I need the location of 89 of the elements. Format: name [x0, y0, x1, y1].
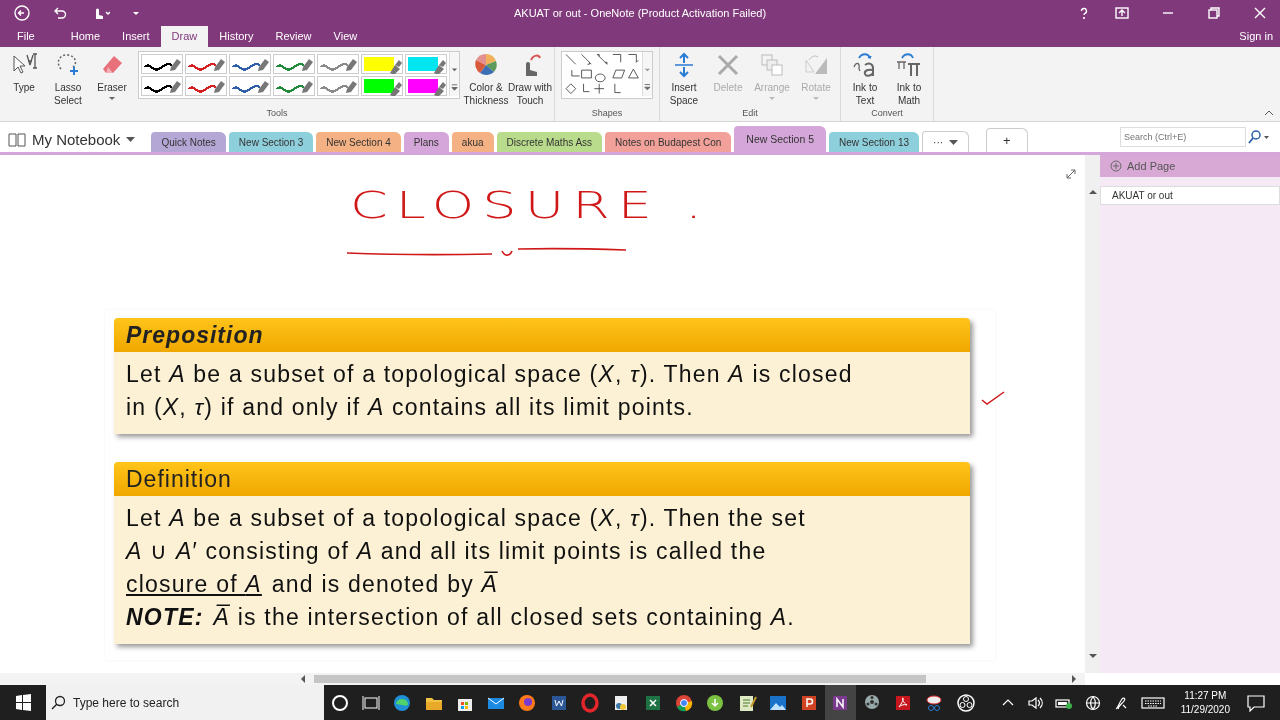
ribbon-button[interactable]: Ink to Math [887, 51, 931, 108]
more-sections-button[interactable]: ··· [922, 131, 970, 152]
underlined-term: closure of A [126, 570, 262, 599]
ribbon-button[interactable]: Type [2, 51, 46, 95]
ribbon-button[interactable]: Lasso Select [46, 51, 90, 108]
ribbon-tab[interactable]: File [6, 26, 46, 47]
horizontal-scrollbar[interactable] [0, 673, 1085, 685]
keyboard-icon[interactable] [1140, 695, 1165, 710]
ink-to-math-icon [896, 52, 922, 78]
lasso-icon [55, 52, 81, 78]
block-title: Preposition [126, 321, 264, 349]
shapes-gallery[interactable] [561, 51, 653, 99]
caret-icon [949, 139, 959, 146]
ribbon-button[interactable]: Insert Space [662, 51, 706, 108]
search-field[interactable]: Search (Ctrl+E) [1120, 127, 1246, 147]
clock-date: 11/29/2020 [1180, 702, 1230, 717]
section-tab[interactable]: Discrete Maths Ass [496, 132, 603, 152]
add-page-button[interactable]: Add Page [1100, 155, 1280, 177]
ribbon-tab[interactable]: Review [264, 26, 323, 47]
color-wheel-icon [473, 52, 499, 78]
note-label: NOTE: [126, 603, 204, 632]
block-text: Let A be a subset of a topological space (X, τ). Then the set [126, 504, 806, 533]
notebook-icon [8, 131, 26, 148]
plus-icon [1110, 160, 1122, 172]
undo-icon[interactable] [52, 5, 68, 21]
section-tab[interactable]: New Section 5 [734, 126, 826, 152]
delete-x-icon [715, 52, 741, 78]
notebook-dropdown[interactable]: My Notebook [8, 131, 136, 152]
scroll-right-icon[interactable] [1071, 675, 1077, 683]
ribbon-button[interactable]: Draw with Touch [508, 51, 552, 108]
highlighter-swatch[interactable] [406, 76, 446, 96]
window-title: AKUAT or out - OneNote (Product Activation Failed) [513, 7, 767, 19]
block-title: Definition [126, 465, 232, 493]
arrange-icon [759, 52, 785, 78]
ribbon-tab[interactable]: Home [59, 26, 112, 47]
block-text: and is denoted by A̅ [271, 570, 498, 599]
section-tab[interactable]: akua [451, 132, 494, 152]
ribbon-button[interactable]: Color & Thickness [464, 51, 508, 108]
close-icon[interactable] [1252, 5, 1268, 21]
gallery-scroll-icon[interactable] [642, 52, 652, 96]
ribbon-tab[interactable]: Draw [160, 26, 209, 47]
block-text: Let A be a subset of a topological space (X, τ). Then A is closed [126, 360, 853, 389]
ink-checkmark [980, 390, 1006, 406]
page-list-item[interactable]: AKUAT or out [1100, 186, 1280, 205]
search-icon[interactable] [1246, 130, 1270, 144]
block-text: in (X, τ) if and only if A contains all its limit points. [126, 393, 694, 422]
restore-icon[interactable] [1206, 5, 1222, 21]
group-label: Tools [265, 108, 289, 120]
section-tab[interactable]: Notes on Budapest Con [605, 132, 732, 152]
section-tab[interactable]: New Section 4 [316, 132, 401, 152]
group-label: Edit [741, 108, 759, 120]
group-label: Shapes [590, 108, 624, 120]
search-icon [50, 695, 66, 711]
section-tab[interactable]: New Section 3 [228, 132, 314, 152]
sign-in-link[interactable]: Sign in [1232, 30, 1280, 47]
ribbon-button[interactable]: Eraser [90, 51, 134, 102]
speaker-icon[interactable] [1026, 695, 1043, 710]
ribbon-tab[interactable]: History [208, 26, 265, 47]
ribbon-display-icon[interactable] [1114, 5, 1130, 21]
scroll-thumb[interactable] [314, 675, 926, 683]
group-label: Convert [870, 108, 904, 120]
record-circle-icon[interactable] [954, 691, 977, 714]
collapse-ribbon-icon[interactable] [1264, 109, 1274, 117]
scroll-up-icon[interactable] [1088, 189, 1097, 195]
section-tab[interactable]: Plans [403, 132, 449, 152]
vertical-scrollbar[interactable] [1085, 155, 1100, 673]
highlighter-swatch[interactable] [406, 54, 446, 74]
back-icon[interactable] [14, 5, 30, 21]
highlighter-swatch[interactable] [362, 76, 402, 96]
ribbon-button[interactable]: Ink to Text [843, 51, 887, 108]
highlighter-swatch[interactable] [362, 54, 402, 74]
section-tab[interactable]: Quick Notes [151, 132, 226, 152]
notification-icon[interactable] [1246, 693, 1266, 712]
scroll-down-icon[interactable] [1088, 653, 1097, 659]
section-tab[interactable]: New Section 13 [829, 132, 920, 152]
handwritten-title: CLOSURE . [350, 181, 712, 229]
scroll-left-icon[interactable] [300, 675, 306, 683]
ribbon-tab[interactable]: View [322, 26, 369, 47]
block-text: A ∪ A′ consisting of A and all its limit points is called the [126, 537, 767, 566]
add-section-button[interactable]: + [986, 128, 1028, 152]
gallery-scroll-icon[interactable] [449, 52, 459, 96]
clock-time: 11:27 PM [1183, 688, 1228, 703]
block-text: A̅ is the intersection of all closed sets containing A. [213, 603, 795, 632]
expand-icon[interactable] [1065, 168, 1077, 180]
ribbon-tab[interactable]: Insert [111, 26, 161, 47]
caret-icon [126, 136, 136, 143]
taskbar-search-field[interactable]: Type here to search [46, 685, 324, 720]
globe-icon[interactable] [1084, 694, 1101, 711]
ring-icon[interactable] [579, 691, 601, 714]
